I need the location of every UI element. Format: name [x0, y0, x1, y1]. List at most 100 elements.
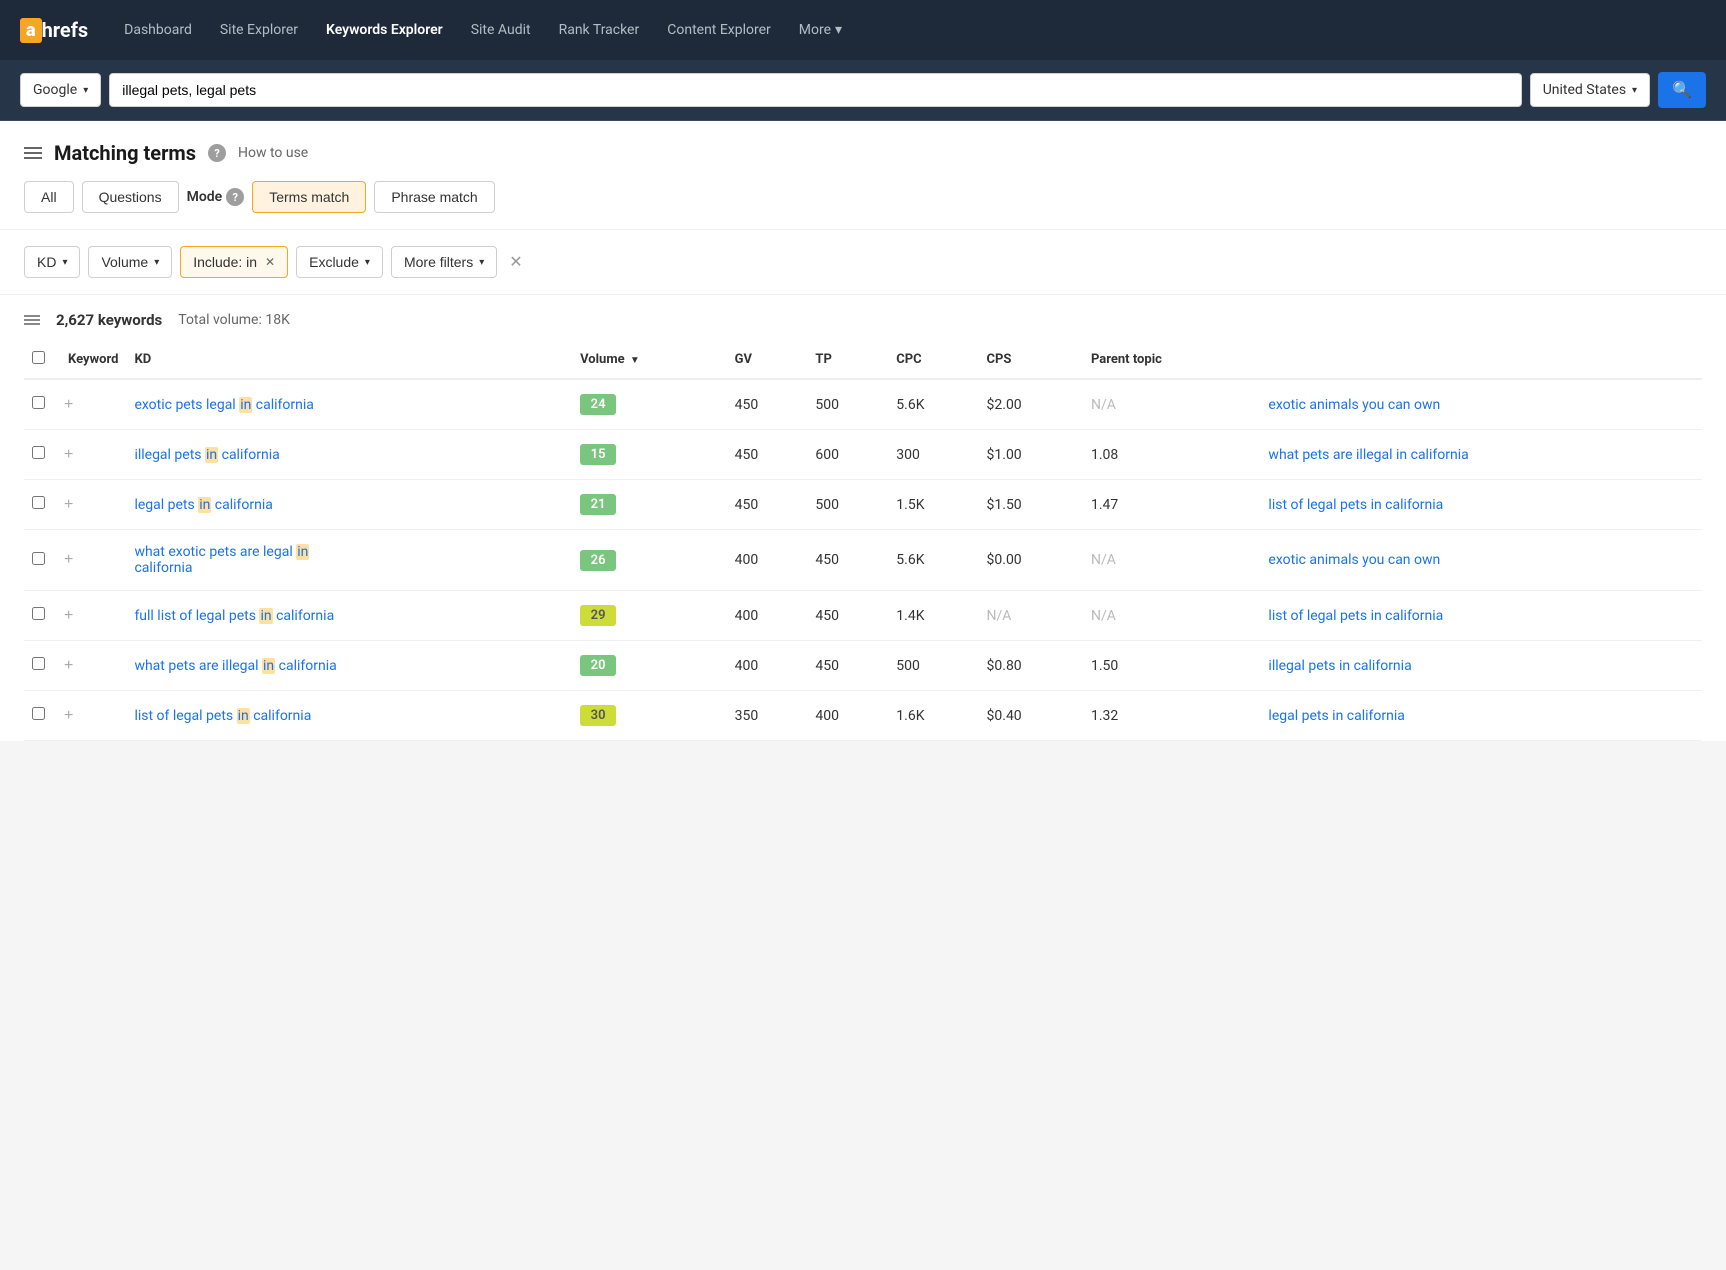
add-keyword-button[interactable]: + — [60, 551, 77, 569]
row-checkbox[interactable] — [32, 496, 45, 509]
hamburger-icon[interactable] — [24, 147, 42, 159]
volume-cell: 450 — [727, 480, 808, 530]
table-section: 2,627 keywords Total volume: 18K Keyword… — [0, 295, 1726, 741]
kd-filter[interactable]: KD ▾ — [24, 246, 80, 278]
parent-topic-cell: what pets are illegal in california — [1260, 430, 1702, 480]
clear-all-button[interactable]: ✕ — [505, 248, 526, 276]
row-checkbox-cell — [24, 641, 60, 691]
nav-content-explorer[interactable]: Content Explorer — [655, 14, 783, 46]
parent-topic-link[interactable]: what pets are illegal in california — [1268, 447, 1468, 463]
row-checkbox-cell — [24, 591, 60, 641]
nav-site-audit[interactable]: Site Audit — [459, 14, 543, 46]
keyword-link[interactable]: list of legal pets in california — [134, 708, 311, 724]
row-checkbox[interactable] — [32, 657, 45, 670]
tab-phrase-match[interactable]: Phrase match — [374, 181, 494, 213]
filter-tabs: All Questions Mode ? Terms match Phrase … — [0, 165, 1726, 230]
add-keyword-button[interactable]: + — [60, 396, 77, 414]
add-keyword-button[interactable]: + — [60, 707, 77, 725]
how-to-use-link[interactable]: How to use — [238, 145, 308, 161]
kd-cell: 15 — [572, 430, 727, 480]
keyword-link[interactable]: legal pets in california — [134, 497, 272, 513]
cps-cell: 1.50 — [1083, 641, 1260, 691]
keyword-highlight: in — [296, 544, 309, 560]
country-select[interactable]: United States ▾ — [1530, 73, 1650, 107]
kd-cell: 24 — [572, 379, 727, 430]
gv-cell: 400 — [807, 691, 888, 741]
search-button[interactable]: 🔍 — [1658, 72, 1706, 108]
tab-questions[interactable]: Questions — [82, 181, 179, 213]
table-row: + what exotic pets are legal incalifornia… — [24, 530, 1702, 591]
parent-topic-link[interactable]: exotic animals you can own — [1268, 397, 1440, 413]
tp-cell: 1.6K — [888, 691, 978, 741]
keyword-link[interactable]: full list of legal pets in california — [134, 608, 334, 624]
engine-select[interactable]: Google ▾ — [20, 73, 101, 107]
row-checkbox-cell — [24, 530, 60, 591]
volume-cell: 450 — [727, 430, 808, 480]
cpc-cell: $2.00 — [979, 379, 1083, 430]
include-filter[interactable]: Include: in ✕ — [180, 246, 288, 278]
search-input[interactable] — [109, 73, 1521, 107]
add-cell: + — [60, 641, 126, 691]
kd-badge: 20 — [580, 655, 616, 676]
more-filters[interactable]: More filters ▾ — [391, 246, 497, 278]
nav-rank-tracker[interactable]: Rank Tracker — [547, 14, 652, 46]
mode-help-icon[interactable]: ? — [226, 188, 244, 206]
add-keyword-button[interactable]: + — [60, 657, 77, 675]
cps-cell: 1.47 — [1083, 480, 1260, 530]
include-close-icon[interactable]: ✕ — [265, 255, 275, 269]
parent-topic-cell: illegal pets in california — [1260, 641, 1702, 691]
parent-topic-link[interactable]: list of legal pets in california — [1268, 608, 1443, 624]
add-keyword-button[interactable]: + — [60, 446, 77, 464]
keyword-cell: illegal pets in california — [126, 430, 572, 480]
cpc-cell: $1.00 — [979, 430, 1083, 480]
table-row: +illegal pets in california15450600300$1… — [24, 430, 1702, 480]
chevron-down-icon: ▾ — [835, 22, 842, 38]
row-checkbox-cell — [24, 379, 60, 430]
table-row: +list of legal pets in california3035040… — [24, 691, 1702, 741]
logo[interactable]: ahrefs — [20, 18, 88, 43]
kd-cell: 26 — [572, 530, 727, 591]
add-keyword-button[interactable]: + — [60, 496, 77, 514]
row-checkbox[interactable] — [32, 707, 45, 720]
parent-topic-link[interactable]: illegal pets in california — [1268, 658, 1411, 674]
gv-cell: 600 — [807, 430, 888, 480]
summary-icon — [24, 315, 40, 325]
volume-filter[interactable]: Volume ▾ — [88, 246, 172, 278]
total-volume: Total volume: 18K — [178, 312, 290, 328]
include-label: Include: in — [193, 254, 257, 270]
kd-badge: 21 — [580, 494, 616, 515]
exclude-filter[interactable]: Exclude ▾ — [296, 246, 383, 278]
cpc-cell: $0.40 — [979, 691, 1083, 741]
keyword-link[interactable]: what exotic pets are legal incalifornia — [134, 544, 309, 576]
parent-topic-link[interactable]: list of legal pets in california — [1268, 497, 1443, 513]
nav-keywords-explorer[interactable]: Keywords Explorer — [314, 14, 455, 46]
keyword-link[interactable]: what pets are illegal in california — [134, 658, 336, 674]
nav-site-explorer[interactable]: Site Explorer — [208, 14, 310, 46]
col-header-cps: CPS — [979, 341, 1083, 379]
tab-terms-match[interactable]: Terms match — [252, 181, 366, 213]
keyword-link[interactable]: exotic pets legal in california — [134, 397, 313, 413]
row-checkbox[interactable] — [32, 396, 45, 409]
col-header-volume[interactable]: Volume ▼ — [572, 341, 727, 379]
row-checkbox[interactable] — [32, 446, 45, 459]
kd-cell: 29 — [572, 591, 727, 641]
row-checkbox[interactable] — [32, 552, 45, 565]
row-checkbox[interactable] — [32, 607, 45, 620]
select-all-header[interactable] — [24, 341, 60, 379]
chevron-down-icon: ▾ — [365, 257, 370, 268]
na-value: N/A — [1091, 552, 1116, 568]
tab-all[interactable]: All — [24, 181, 74, 213]
parent-topic-cell: exotic animals you can own — [1260, 379, 1702, 430]
add-keyword-button[interactable]: + — [60, 607, 77, 625]
select-all-checkbox[interactable] — [32, 351, 45, 364]
row-checkbox-cell — [24, 691, 60, 741]
tp-cell: 5.6K — [888, 530, 978, 591]
help-icon[interactable]: ? — [208, 144, 226, 162]
nav-dashboard[interactable]: Dashboard — [112, 14, 204, 46]
keyword-cell: list of legal pets in california — [126, 691, 572, 741]
keyword-link[interactable]: illegal pets in california — [134, 447, 279, 463]
parent-topic-link[interactable]: legal pets in california — [1268, 708, 1404, 724]
parent-topic-link[interactable]: exotic animals you can own — [1268, 552, 1440, 568]
nav-more[interactable]: More ▾ — [787, 14, 854, 46]
keyword-cell: what exotic pets are legal incalifornia — [126, 530, 572, 591]
